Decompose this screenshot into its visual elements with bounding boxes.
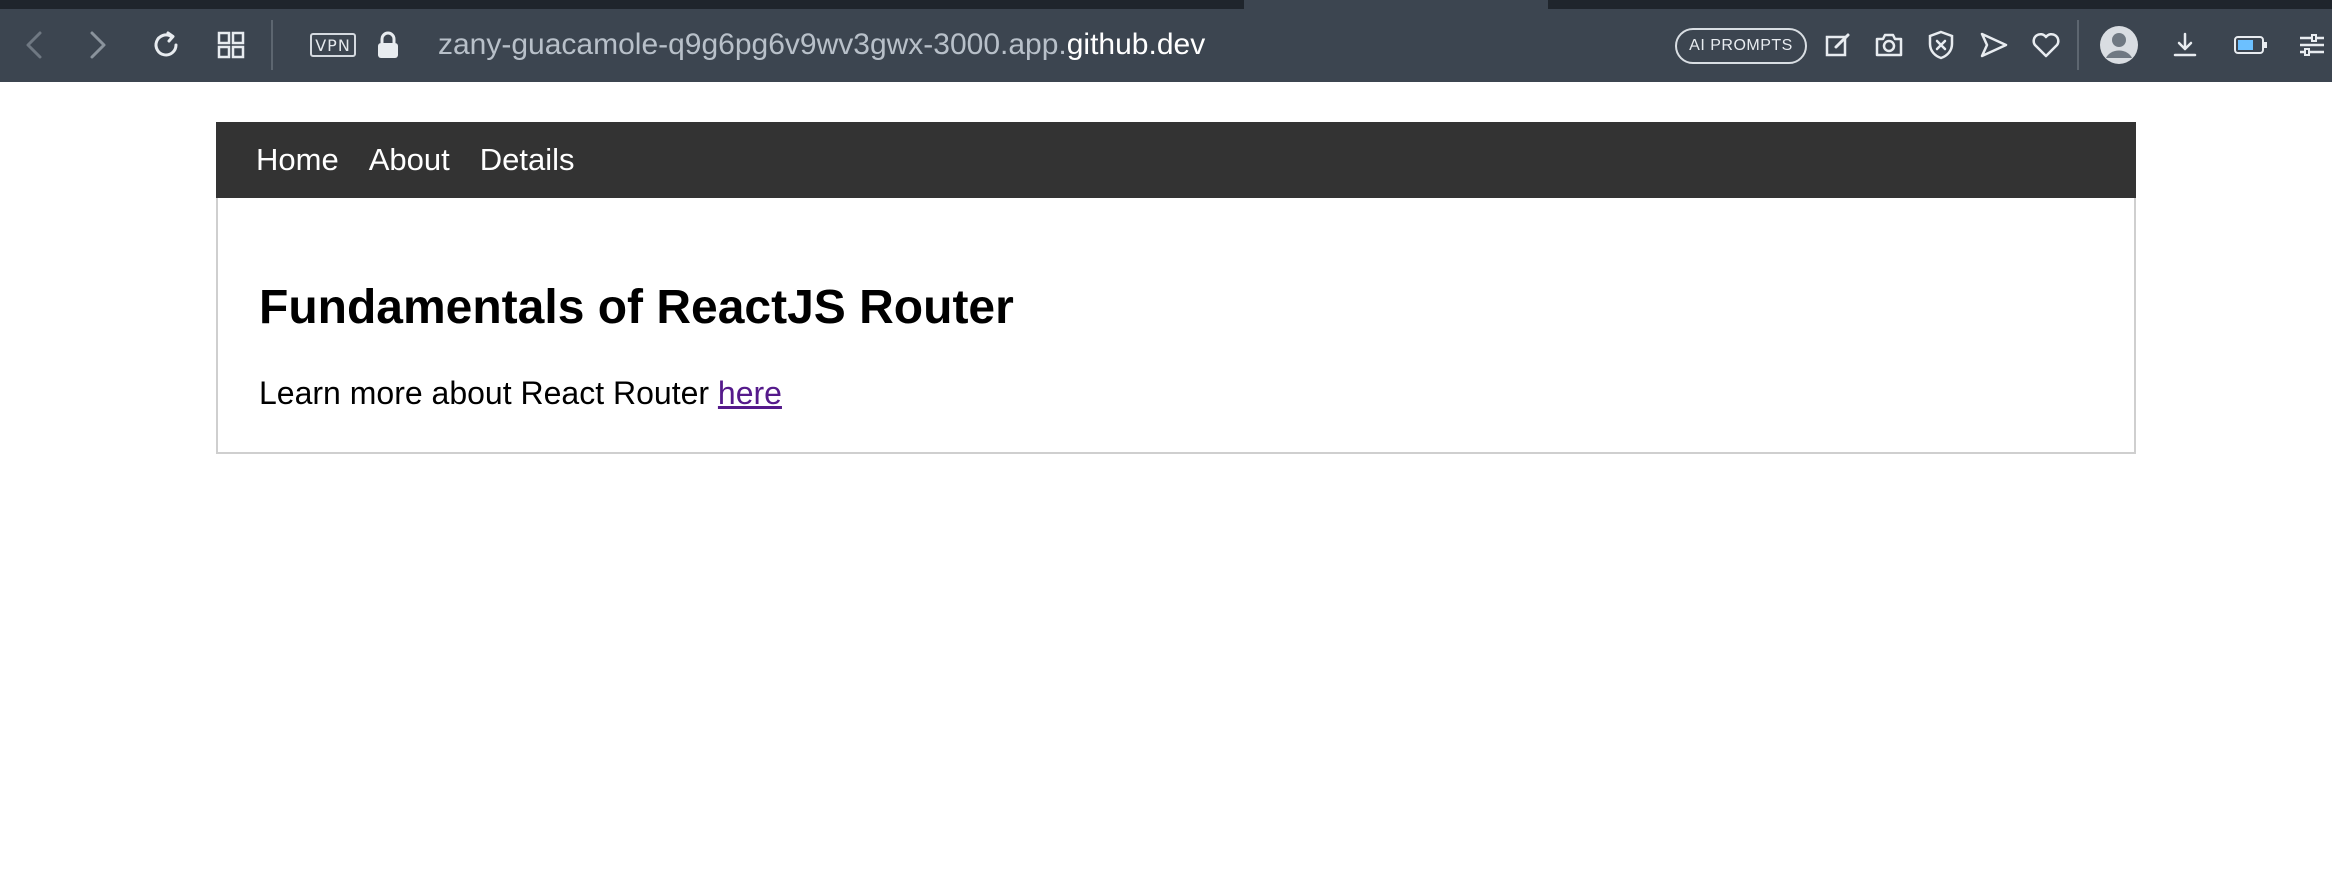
main-navbar: Home About Details: [216, 122, 2136, 198]
address-bar[interactable]: zany-guacamole-q9g6pg6v9wv3gwx-3000.app.…: [438, 28, 1205, 62]
tab-strip-right: [1548, 0, 2332, 9]
intro-text: Learn more about React Router: [259, 375, 718, 411]
reload-icon[interactable]: [146, 25, 186, 65]
vpn-badge[interactable]: VPN: [310, 33, 356, 57]
adblock-icon[interactable]: [1921, 25, 1961, 65]
tab-grid-icon[interactable]: [211, 25, 251, 65]
lock-icon[interactable]: [368, 25, 408, 65]
react-router-link[interactable]: here: [718, 375, 782, 411]
profile-avatar-icon[interactable]: [2099, 25, 2139, 65]
toolbar-divider-2: [2077, 20, 2079, 70]
ai-prompts-button[interactable]: AI PROMPTS: [1675, 28, 1807, 64]
nav-details-link[interactable]: Details: [480, 142, 575, 178]
nav-home-link[interactable]: Home: [256, 142, 339, 178]
url-path: zany-guacamole-q9g6pg6v9wv3gwx-3000.app.: [438, 28, 1067, 61]
toolbar-divider: [271, 20, 273, 70]
intro-paragraph: Learn more about React Router here: [259, 375, 782, 412]
browser-toolbar: VPN zany-guacamole-q9g6pg6v9wv3gwx-3000.…: [0, 0, 2332, 82]
camera-icon[interactable]: [1869, 25, 1909, 65]
send-icon[interactable]: [1974, 25, 2014, 65]
battery-icon[interactable]: [2231, 25, 2271, 65]
snapshot-edit-icon[interactable]: [1818, 25, 1858, 65]
content-panel: Fundamentals of ReactJS Router Learn mor…: [216, 198, 2136, 454]
forward-icon[interactable]: [78, 25, 118, 65]
url-domain: github.dev: [1066, 28, 1206, 61]
heart-icon[interactable]: [2026, 25, 2066, 65]
download-icon[interactable]: [2165, 25, 2205, 65]
settings-sliders-icon[interactable]: [2292, 25, 2332, 65]
tab-strip-left: [0, 0, 1244, 9]
page-title: Fundamentals of ReactJS Router: [259, 281, 1014, 334]
back-icon[interactable]: [14, 25, 54, 65]
nav-about-link[interactable]: About: [369, 142, 450, 178]
